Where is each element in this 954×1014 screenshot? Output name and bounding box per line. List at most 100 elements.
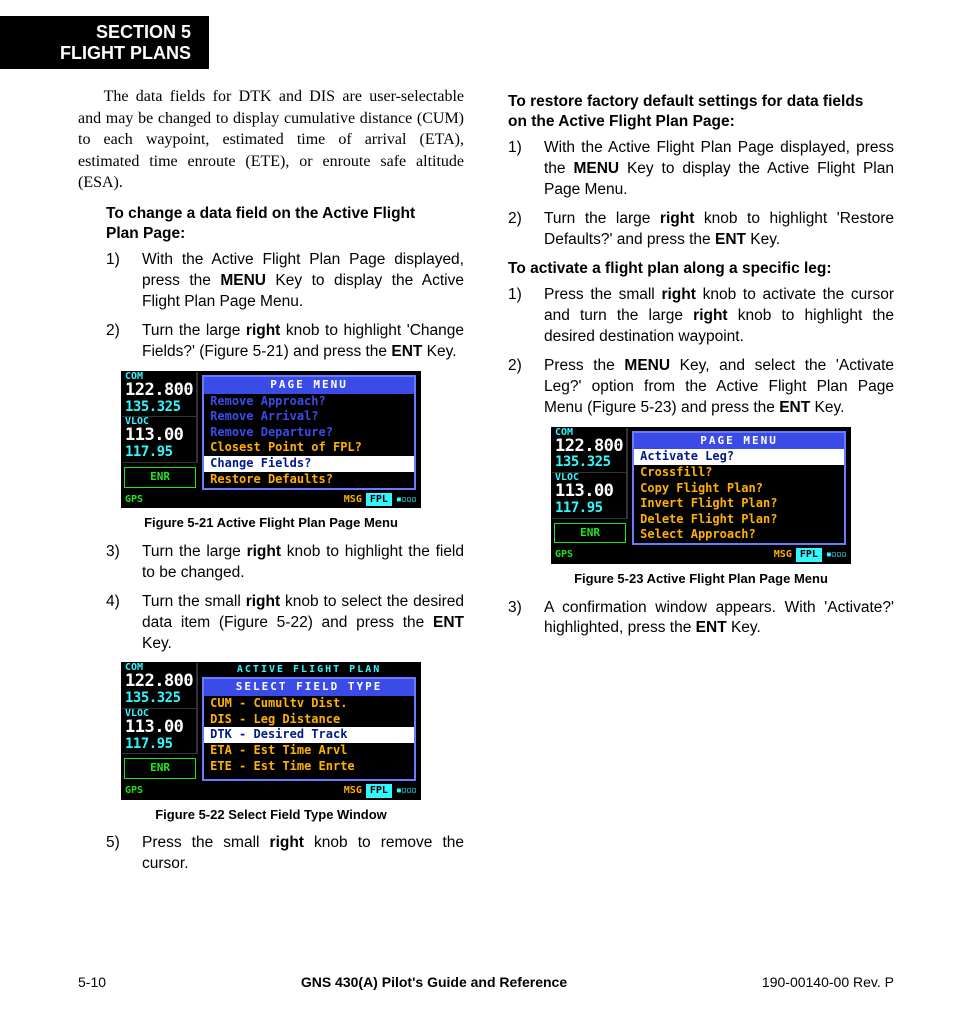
step-text: Press the small right knob to activate t…: [544, 285, 894, 348]
procedure-a-heading: To change a data field on the Active Fli…: [106, 204, 444, 244]
procedure-a-list-cont: 3) Turn the large right knob to highligh…: [78, 542, 464, 655]
gns-screen: COM 122.800 135.325 VLOC 113.00 117.95 E…: [551, 427, 851, 564]
menu-item: Change Fields?: [204, 456, 414, 472]
procedure-c-list-end: 3) A confirmation window appears. With '…: [508, 598, 894, 640]
list-item: 4) Turn the small right knob to select t…: [106, 592, 464, 655]
menu-title: SELECT FIELD TYPE: [204, 679, 414, 696]
page-content: The data fields for DTK and DIS are user…: [78, 86, 894, 954]
gns-main-panel: ACTIVE FLIGHT PLAN SELECT FIELD TYPE CUM…: [198, 663, 420, 798]
procedure-a-list-end: 5) Press the small right knob to remove …: [78, 833, 464, 875]
document-title: GNS 430(A) Pilot's Guide and Reference: [301, 973, 567, 992]
step-number: 2): [508, 356, 530, 419]
step-number: 4): [106, 592, 128, 655]
step-number: 1): [106, 250, 128, 313]
list-item: 1) With the Active Flight Plan Page disp…: [508, 138, 894, 201]
procedure-a-list: 1) With the Active Flight Plan Page disp…: [78, 250, 464, 363]
step-text: Turn the small right knob to select the …: [142, 592, 464, 655]
step-number: 2): [106, 321, 128, 363]
list-item: 1) Press the small right knob to activat…: [508, 285, 894, 348]
menu-item: ETE - Est Time Enrte: [204, 759, 414, 775]
menu-box: PAGE MENU Remove Approach?Remove Arrival…: [202, 375, 416, 490]
list-item: 2) Turn the large right knob to highligh…: [106, 321, 464, 363]
section-number: SECTION 5: [60, 22, 191, 43]
step-text: With the Active Flight Plan Page display…: [544, 138, 894, 201]
enr-indicator: ENR: [124, 467, 196, 488]
page-footer: 5-10 GNS 430(A) Pilot's Guide and Refere…: [78, 973, 894, 992]
step-text: Press the MENU Key, and select the 'Acti…: [544, 356, 894, 419]
procedure-b-heading: To restore factory default settings for …: [508, 92, 874, 132]
step-text: Turn the large right knob to highlight '…: [142, 321, 464, 363]
step-number: 3): [106, 542, 128, 584]
figure-caption: Figure 5-21 Active Flight Plan Page Menu: [78, 514, 464, 532]
menu-item: Restore Defaults?: [204, 472, 414, 488]
list-item: 1) With the Active Flight Plan Page disp…: [106, 250, 464, 313]
list-item: 3) Turn the large right knob to highligh…: [106, 542, 464, 584]
procedure-c-heading: To activate a flight plan along a specif…: [508, 259, 874, 279]
gns-screen: COM 122.800 135.325 VLOC 113.00 117.95 E…: [121, 371, 421, 508]
document-revision: 190-00140-00 Rev. P: [762, 973, 894, 992]
menu-item: CUM - Cumultv Dist.: [204, 696, 414, 712]
status-row: MSG FPL ▪▫▫▫: [198, 783, 420, 799]
screen-title: [628, 428, 850, 429]
gps-indicator: GPS: [122, 492, 198, 508]
vloc-active: 113.00: [122, 427, 196, 445]
procedure-c-list: 1) Press the small right knob to activat…: [508, 285, 894, 419]
list-item: 2) Turn the large right knob to highligh…: [508, 209, 894, 251]
step-text: Turn the large right knob to highlight '…: [544, 209, 894, 251]
menu-item: Crossfill?: [634, 465, 844, 481]
menu-item: DIS - Leg Distance: [204, 712, 414, 728]
menu-item: Invert Flight Plan?: [634, 496, 844, 512]
figure-5-22: COM 122.800 135.325 VLOC 113.00 117.95 E…: [78, 662, 464, 823]
right-column: To restore factory default settings for …: [508, 86, 894, 954]
page-bar-icon: ▪▫▫▫: [396, 493, 416, 507]
page-bar-icon: ▪▫▫▫: [826, 548, 846, 562]
list-item: 5) Press the small right knob to remove …: [106, 833, 464, 875]
menu-item: Select Approach?: [634, 527, 844, 543]
gns-main-panel: PAGE MENU Remove Approach?Remove Arrival…: [198, 372, 420, 507]
vloc-standby: 117.95: [122, 445, 196, 463]
figure-caption: Figure 5-22 Select Field Type Window: [78, 806, 464, 824]
step-number: 1): [508, 285, 530, 348]
menu-item: DTK - Desired Track: [204, 727, 414, 743]
gns-freq-panel: COM 122.800 135.325 VLOC 113.00 117.95 E…: [552, 428, 628, 563]
step-number: 2): [508, 209, 530, 251]
step-text: A confirmation window appears. With 'Act…: [544, 598, 894, 640]
fpl-annunciator: FPL: [366, 493, 392, 507]
section-header: SECTION 5 FLIGHT PLANS: [0, 16, 209, 69]
gns-freq-panel: COM 122.800 135.325 VLOC 113.00 117.95 E…: [122, 372, 198, 507]
gns-freq-panel: COM 122.800 135.325 VLOC 113.00 117.95 E…: [122, 663, 198, 798]
list-item: 2) Press the MENU Key, and select the 'A…: [508, 356, 894, 419]
section-title: FLIGHT PLANS: [60, 43, 191, 64]
page-number: 5-10: [78, 973, 106, 992]
step-number: 3): [508, 598, 530, 640]
status-row: MSG FPL ▪▫▫▫: [198, 492, 420, 508]
step-number: 1): [508, 138, 530, 201]
msg-annunciator: MSG: [344, 493, 362, 507]
list-item: 3) A confirmation window appears. With '…: [508, 598, 894, 640]
com-active: 122.800: [122, 382, 196, 400]
step-text: Turn the large right knob to highlight t…: [142, 542, 464, 584]
page-bar-icon: ▪▫▫▫: [396, 784, 416, 798]
menu-title: PAGE MENU: [634, 433, 844, 450]
com-standby: 135.325: [122, 400, 196, 418]
menu-box: SELECT FIELD TYPE CUM - Cumultv Dist.DIS…: [202, 677, 416, 781]
left-column: The data fields for DTK and DIS are user…: [78, 86, 464, 954]
step-text: With the Active Flight Plan Page display…: [142, 250, 464, 313]
menu-item: Remove Departure?: [204, 425, 414, 441]
figure-caption: Figure 5-23 Active Flight Plan Page Menu: [508, 570, 894, 588]
status-row: MSG FPL ▪▫▫▫: [628, 547, 850, 563]
step-text: Press the small right knob to remove the…: [142, 833, 464, 875]
menu-item: Delete Flight Plan?: [634, 512, 844, 528]
menu-item: Closest Point of FPL?: [204, 440, 414, 456]
gns-screen: COM 122.800 135.325 VLOC 113.00 117.95 E…: [121, 662, 421, 799]
menu-title: PAGE MENU: [204, 377, 414, 394]
screen-title: ACTIVE FLIGHT PLAN: [198, 663, 420, 675]
procedure-b-list: 1) With the Active Flight Plan Page disp…: [508, 138, 894, 251]
screen-title: [198, 372, 420, 373]
menu-item: Copy Flight Plan?: [634, 481, 844, 497]
menu-item: Remove Approach?: [204, 394, 414, 410]
intro-paragraph: The data fields for DTK and DIS are user…: [78, 86, 464, 194]
menu-box: PAGE MENU Activate Leg?Crossfill?Copy Fl…: [632, 431, 846, 546]
menu-item: Remove Arrival?: [204, 409, 414, 425]
figure-5-21: COM 122.800 135.325 VLOC 113.00 117.95 E…: [78, 371, 464, 532]
